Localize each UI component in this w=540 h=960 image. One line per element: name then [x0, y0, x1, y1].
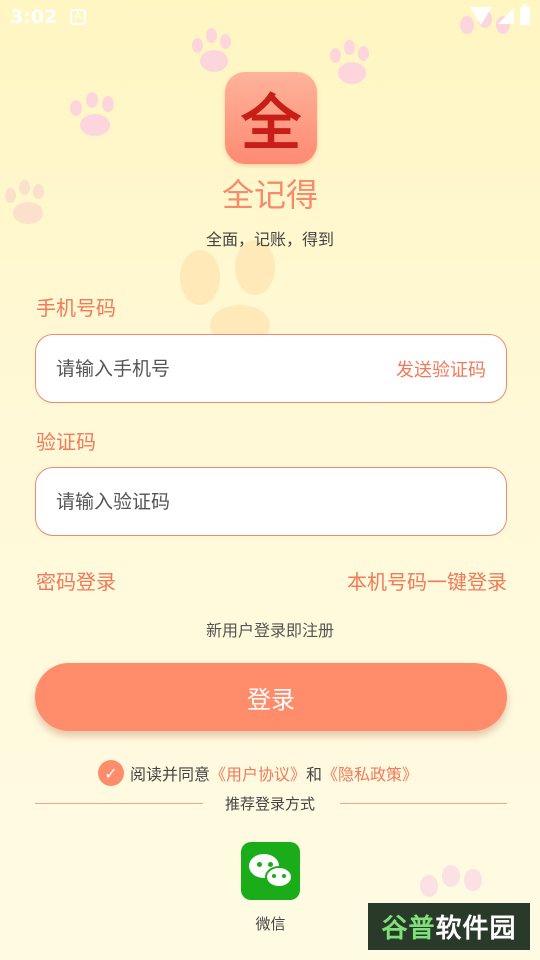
paw-print-decoration [70, 92, 130, 142]
one-click-login-link[interactable]: 本机号码一键登录 [347, 566, 507, 595]
watermark: 谷普软件园 [368, 903, 530, 950]
status-icons [470, 4, 530, 25]
app-name: 全记得 [221, 176, 318, 214]
register-tip: 新用户登录即注册 [205, 621, 334, 640]
user-agreement-link[interactable]: 《用户协议》 [210, 761, 306, 785]
login-button[interactable]: 登录 [35, 663, 507, 731]
checkmark-icon: ✓ [104, 763, 118, 783]
send-code-button[interactable]: 发送验证码 [396, 356, 486, 382]
phone-input-box: 发送验证码 [35, 334, 507, 403]
app-logo-char: 全 [241, 88, 301, 159]
wifi-icon [470, 7, 492, 25]
status-bar: 3:02 A [0, 0, 540, 36]
code-label: 验证码 [36, 430, 96, 454]
wechat-eye [272, 874, 276, 878]
code-input[interactable] [56, 490, 486, 513]
paw-print-decoration [330, 40, 380, 90]
watermark-text-a: 谷普 [381, 914, 436, 944]
watermark-text-b: 软件园 [435, 914, 517, 944]
code-input-box [35, 467, 507, 536]
app-slogan: 全面，记账，得到 [205, 230, 334, 249]
notification-icon: A [70, 9, 86, 25]
password-login-link[interactable]: 密码登录 [36, 566, 116, 595]
status-time: 3:02 [10, 6, 58, 28]
signal-icon [498, 8, 514, 24]
wechat-bubble-small [265, 866, 293, 888]
wechat-eye [257, 862, 262, 867]
agreement-conjunction: 和 [306, 765, 323, 784]
divider-right [340, 803, 507, 804]
wechat-label: 微信 [255, 915, 286, 933]
phone-label: 手机号码 [36, 296, 116, 320]
paw-print-decoration [180, 240, 320, 345]
wechat-login-button[interactable] [241, 842, 300, 900]
battery-icon [520, 4, 530, 25]
agree-checkbox[interactable]: ✓ [98, 760, 124, 786]
app-logo: 全 [225, 72, 317, 164]
phone-input[interactable] [56, 357, 396, 380]
wechat-eye [282, 874, 286, 878]
agreement-row: ✓ 阅读并同意 《用户协议》 和 《隐私政策》 [98, 760, 418, 786]
agreement-prefix: 阅读并同意 [130, 765, 211, 784]
privacy-policy-link[interactable]: 《隐私政策》 [322, 761, 418, 785]
